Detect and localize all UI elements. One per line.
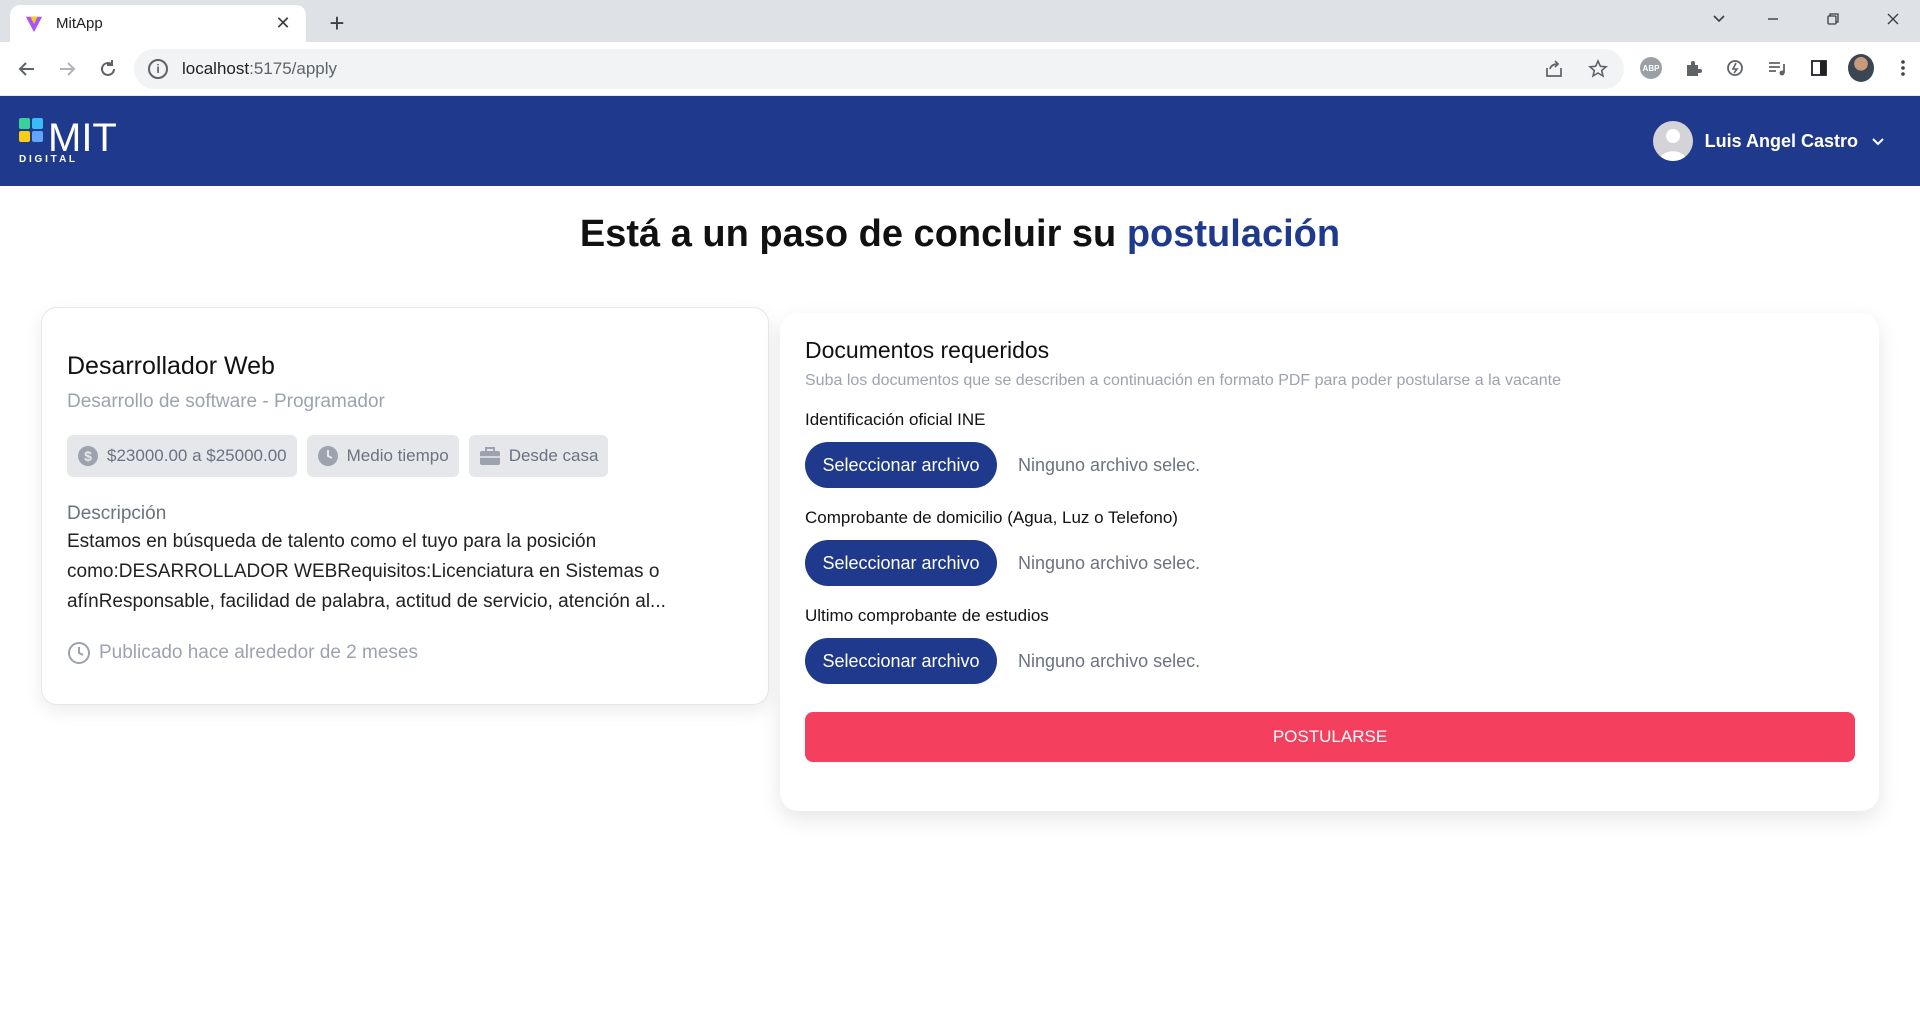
page-title: Está a un paso de concluir su postulació… [579,213,1341,255]
document-estudios: Ultimo comprobante de estudios Seleccion… [805,606,1854,684]
user-avatar-icon [1652,121,1693,161]
user-menu[interactable]: Luis Angel Castro [1652,121,1884,161]
extensions-puzzle-icon[interactable] [1680,55,1706,81]
back-icon[interactable] [11,53,43,85]
documents-card: Documentos requeridos Suba los documento… [780,313,1879,811]
restore-icon[interactable] [1806,0,1860,38]
reload-icon[interactable] [92,53,124,85]
browser-tab[interactable]: MitApp ✕ [10,5,306,42]
description-text: Estamos en búsqueda de talento como el t… [67,531,666,612]
app-header: MIT D I G I T A L Luis Angel Castro [0,96,1920,186]
user-name: Luis Angel Castro [1704,130,1858,151]
media-queue-icon[interactable] [1764,55,1790,81]
select-file-button[interactable]: Seleccionar archivo [805,638,997,684]
profile-avatar[interactable] [1848,54,1874,82]
browser-tab-strip: MitApp ✕ + [0,0,1920,42]
side-panel-icon[interactable] [1806,55,1832,81]
job-summary-card: Desarrollador Web Desarrollo de software… [41,307,769,705]
clock-outline-icon [67,641,91,665]
job-tags: $ $23000.00 a $25000.00 Medio tiempo Des… [67,435,743,477]
job-title: Desarrollador Web [67,352,275,380]
document-label: Identificación oficial INE [805,410,986,429]
browser-toolbar: i localhost:5175/apply ABP [0,42,1920,96]
document-domicilio: Comprobante de domicilio (Agua, Luz o Te… [805,508,1854,586]
documents-title: Documentos requeridos [805,337,1050,363]
bookmark-star-icon[interactable] [1586,57,1610,81]
salary-chip: $ $23000.00 a $25000.00 [67,435,297,477]
job-category: Desarrollo de software - Programador [67,391,385,412]
description-label: Descripción [67,503,167,524]
tab-search-icon[interactable] [1692,0,1746,38]
address-bar[interactable]: i localhost:5175/apply [134,49,1624,89]
sync-extension-icon[interactable] [1722,55,1748,81]
forward-icon[interactable] [51,53,83,85]
file-status: Ninguno archivo selec. [1018,552,1201,573]
mit-digital-logo[interactable]: MIT D I G I T A L [19,116,144,165]
posted-date: Publicado hace alrededor de 2 meses [67,641,743,665]
site-info-icon[interactable]: i [148,59,168,79]
svg-text:$: $ [84,448,92,464]
schedule-chip: Medio tiempo [306,435,459,477]
new-tab-button[interactable]: + [322,8,352,38]
close-window-icon[interactable] [1866,0,1920,38]
address-url: localhost:5175/apply [182,59,338,78]
apply-submit-button[interactable]: POSTULARSE [805,712,1855,762]
document-label: Comprobante de domicilio (Agua, Luz o Te… [805,508,1178,527]
svg-text:D I G I T A L: D I G I T A L [19,154,75,164]
select-file-button[interactable]: Seleccionar archivo [805,442,997,488]
share-icon[interactable] [1542,57,1566,81]
documents-instructions: Suba los documentos que se describen a c… [805,372,1562,389]
briefcase-icon [479,445,501,467]
minimize-icon[interactable] [1746,0,1800,38]
tab-title: MitApp [56,15,103,32]
vite-favicon-icon [24,14,44,34]
chevron-down-icon [1872,133,1884,149]
file-status: Ninguno archivo selec. [1018,454,1201,475]
file-status: Ninguno archivo selec. [1018,650,1201,671]
select-file-button[interactable]: Seleccionar archivo [805,540,997,586]
document-ine: Identificación oficial INE Seleccionar a… [805,410,1854,488]
document-label: Ultimo comprobante de estudios [805,606,1049,625]
modality-chip: Desde casa [468,435,609,477]
dollar-icon: $ [77,445,99,467]
adblock-extension-icon[interactable]: ABP [1638,55,1664,81]
browser-menu-icon[interactable] [1890,55,1916,81]
tab-close-icon[interactable]: ✕ [272,13,294,35]
clock-icon [317,445,339,467]
